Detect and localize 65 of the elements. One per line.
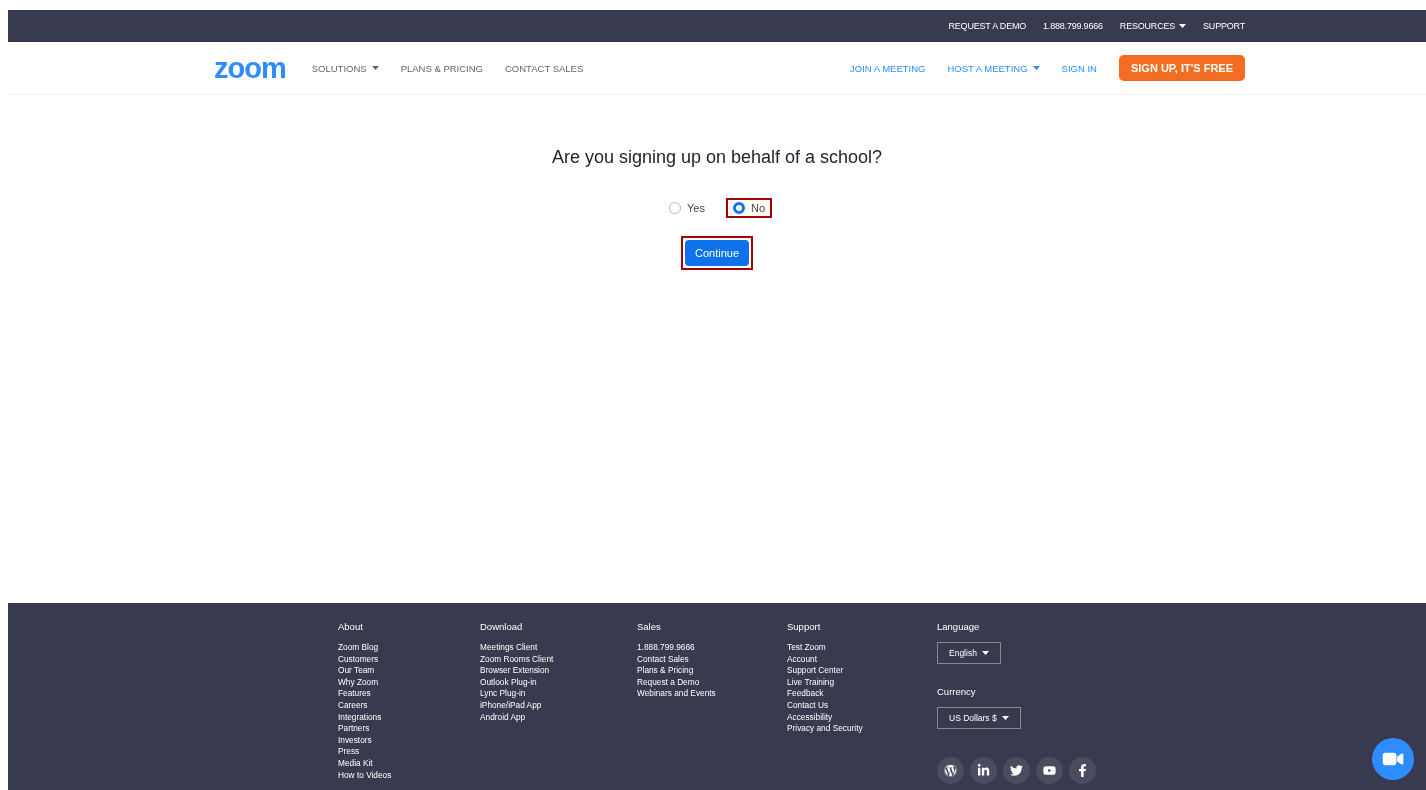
footer-link[interactable]: Meetings Client (480, 642, 637, 654)
footer-link[interactable]: Lync Plug-in (480, 688, 637, 700)
footer-link[interactable]: Partners (338, 723, 480, 735)
bird-icon[interactable] (1003, 757, 1030, 784)
radio-icon[interactable] (669, 202, 681, 214)
footer-link[interactable]: Zoom Blog (338, 642, 480, 654)
footer-link[interactable]: Live Training (787, 676, 937, 689)
footer-heading: Currency (937, 686, 977, 697)
nav-link[interactable]: PLANS & PRICING (400, 62, 483, 74)
footer-link[interactable]: Contact Sales (637, 653, 787, 666)
footer-link[interactable]: Customers (338, 653, 480, 666)
currency-select[interactable]: US Dollars $ (937, 707, 1021, 729)
nav-link[interactable]: CONTACT SALES (505, 62, 584, 74)
footer-heading: Download (480, 621, 524, 632)
footer-link[interactable]: Browser Extension (480, 665, 637, 677)
footer-link[interactable]: Android App (480, 711, 637, 724)
footer-link[interactable]: Why Zoom (338, 676, 480, 689)
footer-heading: Support (787, 621, 822, 632)
footer-link[interactable]: 1.888.799.9666 (637, 642, 787, 654)
play-icon[interactable] (1036, 757, 1063, 784)
footer-heading: Sales (637, 621, 662, 632)
footer-link[interactable]: Request a Demo (637, 676, 787, 689)
footer-heading: Language (937, 621, 981, 632)
footer-link[interactable]: Zoom Rooms Client (480, 653, 637, 666)
question-title: Are you signing up on behalf of a school? (551, 147, 883, 168)
radio-label[interactable]: Yes (687, 202, 705, 214)
continue-button[interactable]: Continue (684, 240, 749, 266)
footer-link[interactable]: Press (338, 746, 480, 758)
footer-heading: About (338, 621, 364, 632)
linkedin-icon[interactable] (970, 757, 997, 784)
footer-link[interactable]: Feedback (787, 688, 937, 700)
footer-link[interactable]: Contact Us (787, 699, 937, 712)
top-bar-link[interactable]: SUPPORT (1203, 21, 1245, 31)
footer-link[interactable]: Features (338, 688, 480, 700)
radio-label[interactable]: No (750, 202, 765, 214)
footer-link[interactable]: Support Center (787, 665, 937, 677)
language-select[interactable]: English (937, 642, 1001, 664)
footer-link[interactable]: Media Kit (338, 757, 480, 770)
footer-link[interactable]: Careers (338, 699, 480, 712)
wordpress-icon[interactable] (937, 757, 964, 784)
footer-link[interactable]: Investors (338, 734, 480, 747)
caret-icon (1001, 716, 1009, 720)
footer-link[interactable]: iPhone/iPad App (480, 699, 637, 712)
nav-link[interactable]: SOLUTIONS (311, 62, 379, 74)
footer-link[interactable]: Account (787, 653, 937, 666)
footer-link[interactable]: Integrations (338, 711, 480, 724)
footer-link[interactable]: Test Zoom (787, 642, 937, 654)
footer-link[interactable]: Outlook Plug-in (480, 676, 637, 689)
top-bar-link[interactable]: REQUEST A DEMO (948, 21, 1027, 31)
top-bar-link[interactable]: RESOURCES (1119, 21, 1187, 31)
caret-icon (1179, 24, 1187, 28)
footer-link[interactable]: Accessibility (787, 711, 937, 724)
footer-link[interactable]: Privacy and Security (787, 723, 937, 735)
top-bar-link[interactable]: 1.888.799.9666 (1043, 21, 1103, 31)
nav-link[interactable]: JOIN A MEETING (850, 62, 926, 74)
caret-icon (371, 66, 379, 70)
caret-icon (981, 651, 989, 655)
footer-link[interactable]: How to Videos (338, 769, 480, 782)
footer-link[interactable]: Plans & Pricing (637, 665, 787, 677)
nav-link[interactable]: HOST A MEETING (947, 62, 1040, 74)
caret-icon (1032, 66, 1040, 70)
facebook-icon[interactable] (1069, 757, 1096, 784)
footer-link[interactable]: Webinars and Events (637, 688, 787, 700)
radio-icon[interactable] (732, 202, 745, 214)
footer-link[interactable]: Our Team (338, 665, 480, 677)
